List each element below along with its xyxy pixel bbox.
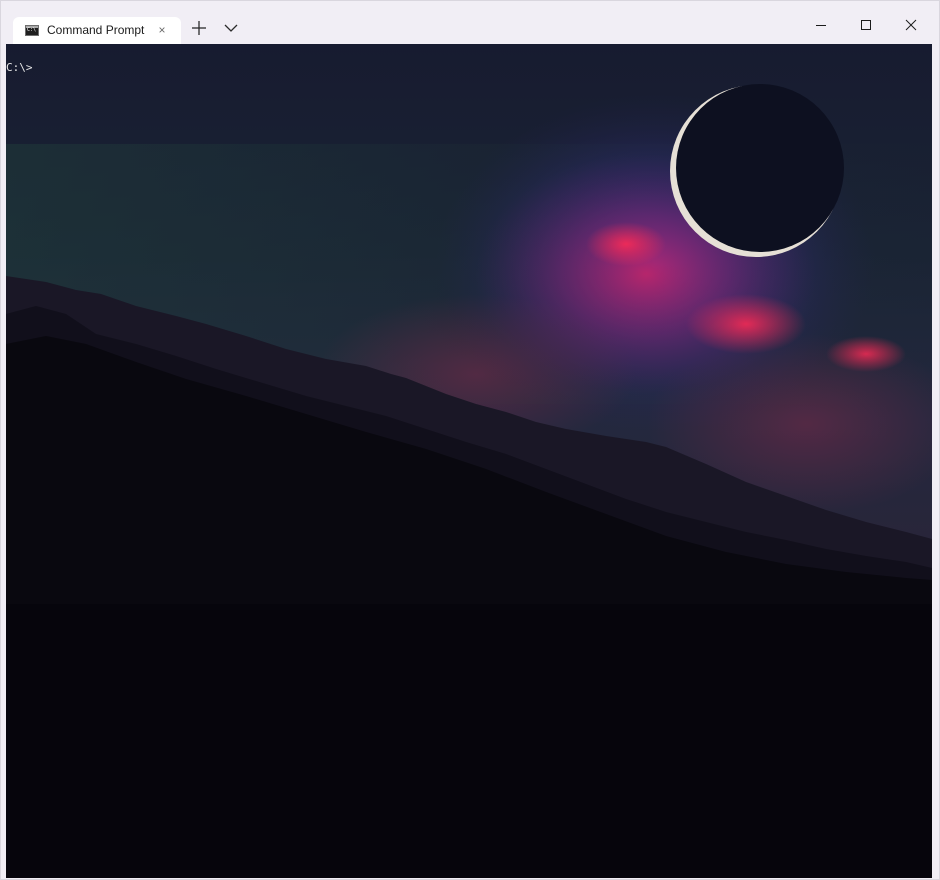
tab-title: Command Prompt	[47, 23, 145, 37]
title-bar[interactable]: Command Prompt ×	[1, 1, 939, 44]
plus-icon	[192, 21, 206, 35]
minimize-button[interactable]	[806, 11, 836, 39]
command-prompt-text[interactable]: C:\>	[6, 61, 33, 75]
maximize-icon	[861, 20, 871, 30]
close-button[interactable]	[896, 11, 926, 39]
maximize-button[interactable]	[851, 11, 881, 39]
terminal-area[interactable]: C:\>	[6, 44, 932, 878]
terminal-window: Command Prompt ×	[0, 0, 940, 880]
terminal-background-image	[6, 44, 932, 878]
chevron-down-icon	[224, 24, 238, 32]
new-tab-button[interactable]	[189, 18, 209, 38]
tab-command-prompt[interactable]: Command Prompt ×	[13, 17, 181, 44]
close-icon	[905, 19, 917, 31]
cmd-icon	[25, 25, 39, 36]
tab-close-icon[interactable]: ×	[156, 23, 168, 37]
tab-dropdown-button[interactable]	[222, 19, 240, 37]
minimize-icon	[816, 25, 826, 26]
